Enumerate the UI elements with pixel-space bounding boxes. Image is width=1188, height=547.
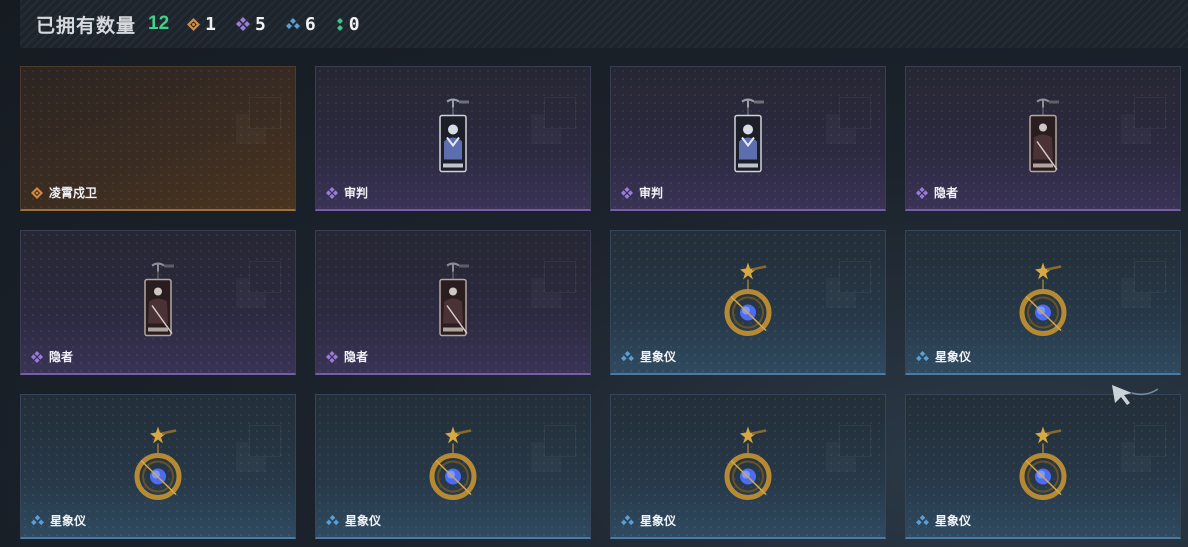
blue-rarity-icon xyxy=(621,351,634,362)
purple-rarity-icon xyxy=(621,186,633,199)
astrolabe-icon xyxy=(134,426,182,500)
item-label: 星象仪 xyxy=(916,348,971,365)
purple-rarity-icon xyxy=(326,186,338,199)
item-art xyxy=(433,262,473,343)
orange-rarity-icon xyxy=(31,186,43,199)
item-name: 星象仪 xyxy=(345,514,382,528)
inventory-item-card[interactable]: 星象仪 xyxy=(905,230,1181,375)
item-name: 隐者 xyxy=(49,350,74,364)
hermit-card-icon xyxy=(439,262,469,337)
item-label: 审判 xyxy=(326,184,368,201)
orange-count-value: 1 xyxy=(205,13,216,35)
green-rarity-icon xyxy=(336,18,343,31)
item-grid: 凌霄戍卫 审判 审判 隐者 隐者 隐者 星象仪 星象仪 星象仪 星象仪 星象仪 星象仪 xyxy=(20,66,1181,539)
astrolabe-icon xyxy=(1019,426,1067,500)
mouse-cursor-icon xyxy=(1112,385,1159,405)
item-art xyxy=(132,425,184,508)
inventory-item-card[interactable]: 隐者 xyxy=(905,66,1181,211)
blue-rarity-icon xyxy=(285,18,300,29)
item-art xyxy=(427,425,479,508)
item-art xyxy=(138,262,178,343)
owned-count-title: 已拥有数量 xyxy=(36,15,137,37)
inventory-item-card[interactable]: 审判 xyxy=(610,66,886,211)
item-label: 审判 xyxy=(621,184,663,201)
item-name: 审判 xyxy=(639,186,664,200)
judgement-card-icon xyxy=(734,98,764,173)
item-label: 隐者 xyxy=(31,348,73,365)
inventory-item-card[interactable]: 凌霄戍卫 xyxy=(20,66,296,211)
item-name: 隐者 xyxy=(934,186,959,200)
item-name: 星象仪 xyxy=(640,350,677,364)
owned-total: 12 xyxy=(148,13,170,34)
astrolabe-icon xyxy=(429,426,477,500)
orange-rarity-icon xyxy=(187,17,201,31)
item-name: 星象仪 xyxy=(935,350,972,364)
item-label: 星象仪 xyxy=(621,348,676,365)
orange-count: 1 xyxy=(187,14,216,35)
blue-count: 6 xyxy=(285,13,316,35)
inventory-header: 已拥有数量 12 1 5 6 0 xyxy=(20,0,1188,48)
item-art xyxy=(1023,98,1063,179)
hermit-card-icon xyxy=(1029,98,1059,173)
item-name: 凌霄戍卫 xyxy=(49,186,98,200)
purple-count: 5 xyxy=(236,14,266,35)
item-label: 隐者 xyxy=(326,348,368,365)
blue-rarity-icon xyxy=(326,515,339,526)
item-label: 星象仪 xyxy=(916,512,971,529)
item-art xyxy=(722,261,774,344)
astrolabe-icon xyxy=(1019,262,1067,336)
inventory-item-card[interactable]: 星象仪 xyxy=(610,394,886,539)
purple-rarity-icon xyxy=(916,186,928,199)
blue-rarity-icon xyxy=(916,515,929,526)
purple-rarity-icon xyxy=(236,17,250,31)
judgement-card-icon xyxy=(439,98,469,173)
blue-count-value: 6 xyxy=(304,13,316,35)
item-name: 审判 xyxy=(344,186,369,200)
blue-rarity-icon xyxy=(31,515,44,526)
purple-rarity-icon xyxy=(326,350,338,363)
inventory-item-card[interactable]: 隐者 xyxy=(20,230,296,375)
item-name: 星象仪 xyxy=(935,514,972,528)
astrolabe-icon xyxy=(724,426,772,500)
hermit-card-icon xyxy=(144,262,174,337)
item-name: 星象仪 xyxy=(50,514,87,528)
item-label: 星象仪 xyxy=(621,512,676,529)
item-art xyxy=(1017,261,1069,344)
item-art xyxy=(722,425,774,508)
green-count-value: 0 xyxy=(348,13,360,35)
inventory-item-card[interactable]: 审判 xyxy=(315,66,591,211)
item-label: 隐者 xyxy=(916,184,958,201)
item-label: 星象仪 xyxy=(31,512,86,529)
blue-rarity-icon xyxy=(916,351,929,362)
inventory-item-card[interactable]: 星象仪 xyxy=(20,394,296,539)
inventory-item-card[interactable]: 星象仪 xyxy=(315,394,591,539)
green-count: 0 xyxy=(336,14,360,35)
item-name: 隐者 xyxy=(344,350,369,364)
inventory-item-card[interactable]: 隐者 xyxy=(315,230,591,375)
item-art xyxy=(1017,425,1069,508)
item-label: 星象仪 xyxy=(326,512,381,529)
item-art xyxy=(728,98,768,179)
blue-rarity-icon xyxy=(621,515,634,526)
inventory-item-card[interactable]: 星象仪 xyxy=(905,394,1181,539)
purple-count-value: 5 xyxy=(255,13,266,35)
purple-rarity-icon xyxy=(31,350,43,363)
inventory-item-card[interactable]: 星象仪 xyxy=(610,230,886,375)
item-art xyxy=(433,98,473,179)
item-name: 星象仪 xyxy=(640,514,677,528)
item-label: 凌霄戍卫 xyxy=(31,184,97,201)
astrolabe-icon xyxy=(724,262,772,336)
